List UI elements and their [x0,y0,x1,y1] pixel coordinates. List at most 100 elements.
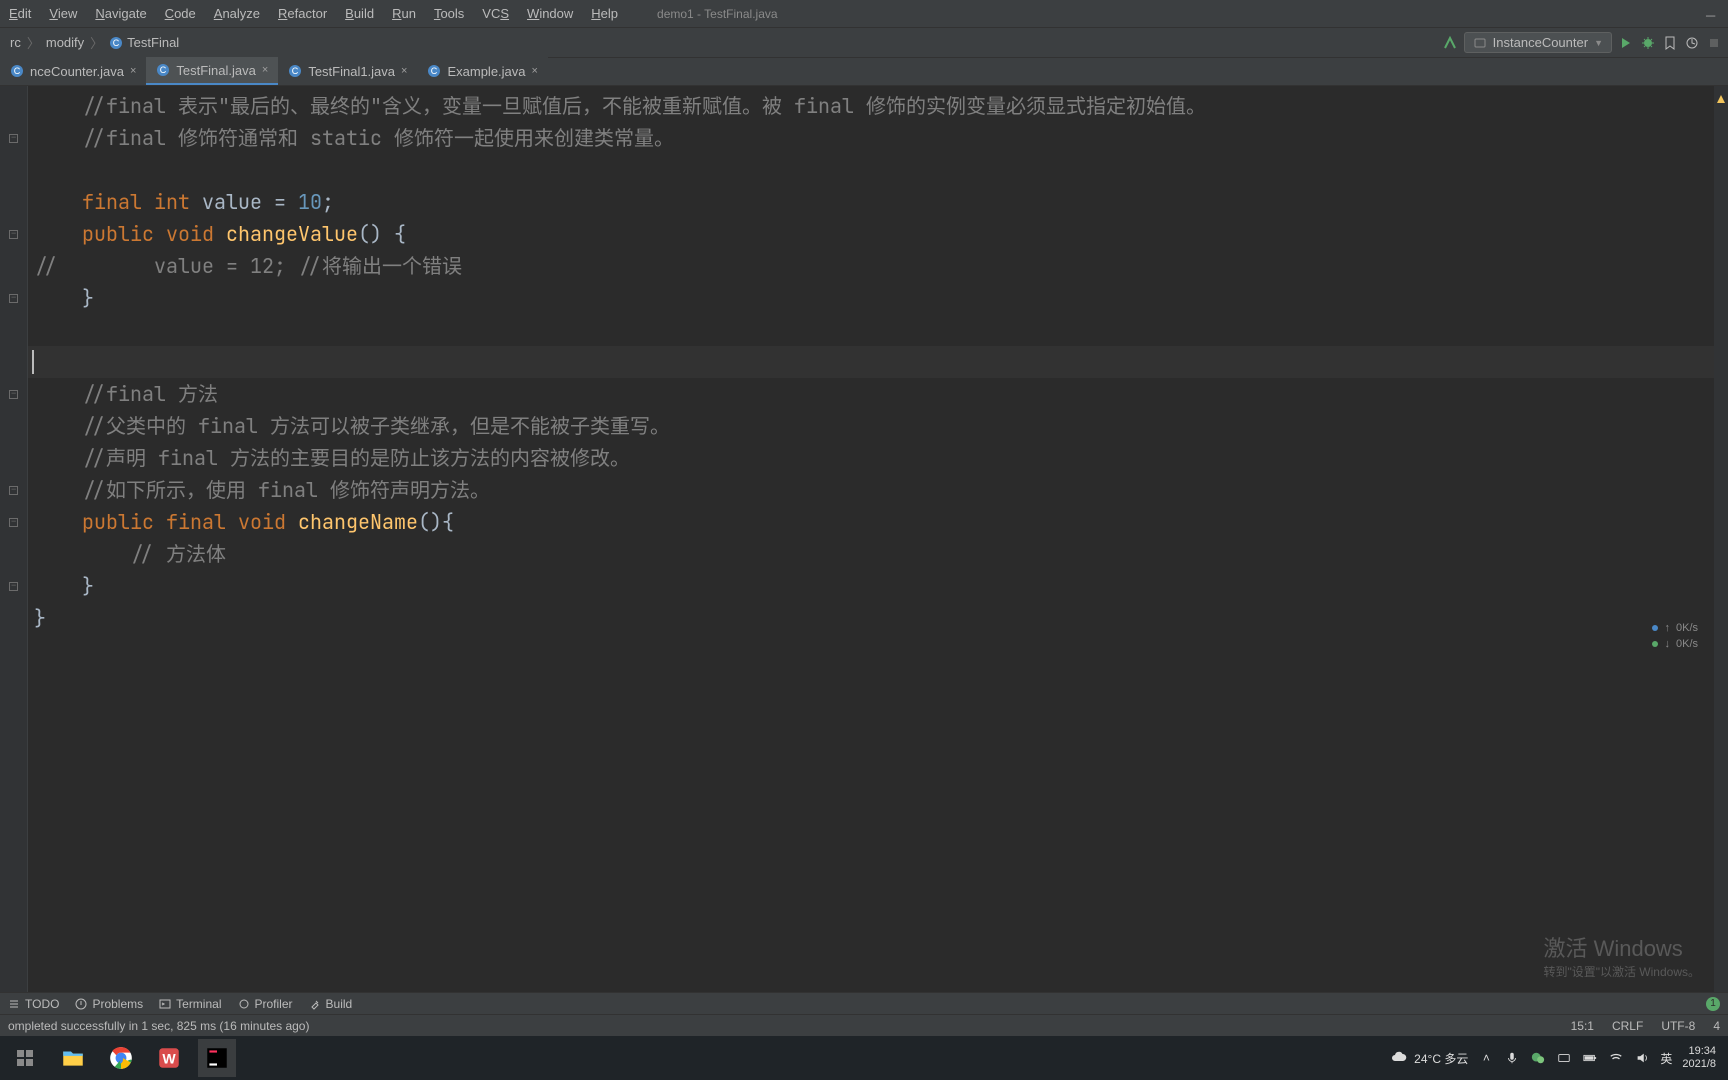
menu-view[interactable]: View [40,3,86,24]
fold-icon[interactable] [9,294,18,303]
status-eol[interactable]: CRLF [1612,1019,1643,1033]
terminal-icon [159,998,171,1010]
fold-icon[interactable] [9,230,18,239]
notification-badge[interactable]: 1 [1706,997,1720,1011]
coverage-button[interactable] [1662,35,1678,51]
cloud-icon [1390,1049,1408,1067]
intellij-icon[interactable] [198,1039,236,1077]
fold-icon[interactable] [9,582,18,591]
chevron-up-icon[interactable]: ˄ [1478,1050,1494,1066]
fold-icon[interactable] [9,390,18,399]
chevron-right-icon: 〉 [25,33,42,52]
gutter[interactable] [0,86,28,992]
wps-icon[interactable]: W [150,1039,188,1077]
menu-vcs[interactable]: VCS [473,3,518,24]
fold-icon[interactable] [9,486,18,495]
wifi-icon[interactable] [1608,1050,1624,1066]
menu-refactor[interactable]: Refactor [269,3,336,24]
menu-analyze[interactable]: Analyze [205,3,269,24]
tool-terminal[interactable]: Terminal [159,997,221,1011]
svg-text:C: C [14,66,21,76]
code-area[interactable]: //final 表示"最后的、最终的"含义，变量一旦赋值后，不能被重新赋值。被 … [28,86,1206,992]
current-line-highlight [28,346,1714,378]
menu-navigate[interactable]: Navigate [86,3,155,24]
tool-todo[interactable]: TODO [8,997,59,1011]
class-icon: C [156,63,170,77]
class-icon: C [427,64,441,78]
menu-window[interactable]: Window [518,3,582,24]
menu-tools[interactable]: Tools [425,3,473,24]
stop-button[interactable] [1706,35,1722,51]
clock[interactable]: 19:34 2021/8 [1682,1045,1722,1071]
toolwindow-bar: TODO Problems Terminal Profiler Build 1 [0,992,1728,1014]
breadcrumb-item[interactable]: rc [6,33,25,52]
hammer-icon [309,998,321,1010]
close-icon[interactable]: × [401,65,407,77]
class-icon: C [10,64,24,78]
close-icon[interactable]: × [532,65,538,77]
microphone-icon[interactable] [1504,1050,1520,1066]
menu-code[interactable]: Code [156,3,205,24]
tool-profiler[interactable]: Profiler [238,997,293,1011]
status-indent[interactable]: 4 [1713,1019,1720,1033]
editor-tab[interactable]: CTestFinal1.java× [278,57,417,85]
run-config-select[interactable]: InstanceCounter ▼ [1464,32,1612,53]
run-button[interactable] [1618,35,1634,51]
taskbar: W 24°C 多云 ˄ 英 19:34 2021/8 [0,1036,1728,1080]
caret [32,350,34,374]
svg-text:C: C [431,66,438,76]
breadcrumb-item[interactable]: C TestFinal [105,33,183,52]
battery-icon[interactable] [1582,1050,1598,1066]
status-message: ompleted successfully in 1 sec, 825 ms (… [8,1019,309,1033]
close-icon[interactable]: × [130,65,136,77]
status-position[interactable]: 15:1 [1571,1019,1594,1033]
status-encoding[interactable]: UTF-8 [1661,1019,1695,1033]
fold-icon[interactable] [9,134,18,143]
svg-text:C: C [292,66,299,76]
menu-bar: EditViewNavigateCodeAnalyzeRefactorBuild… [0,0,1728,28]
class-icon: C [288,64,302,78]
menu-build[interactable]: Build [336,3,383,24]
volume-icon[interactable] [1634,1050,1650,1066]
editor-tabs: CnceCounter.java×CTestFinal.java×CTestFi… [0,58,1728,86]
ime-indicator[interactable]: 英 [1660,1050,1672,1067]
chevron-down-icon: ▼ [1594,38,1603,48]
input-method-icon[interactable] [1556,1050,1572,1066]
warning-icon[interactable] [1716,92,1726,102]
start-button[interactable] [6,1039,44,1077]
class-icon: C [109,36,123,50]
menu-run[interactable]: Run [383,3,425,24]
profile-button[interactable] [1684,35,1700,51]
profiler-icon [238,998,250,1010]
application-icon [1473,36,1487,50]
editor-tab[interactable]: CExample.java× [417,57,547,85]
nav-bar: rc 〉 modify 〉 C TestFinal InstanceCounte… [0,28,1728,58]
close-icon[interactable]: × [262,64,268,76]
svg-text:C: C [160,65,167,75]
minimize-button[interactable]: ─ [1706,8,1718,20]
fold-icon[interactable] [9,518,18,527]
window-title: demo1 - TestFinal.java [657,7,778,21]
status-bar: ompleted successfully in 1 sec, 825 ms (… [0,1014,1728,1036]
chevron-right-icon: 〉 [88,33,105,52]
tool-build[interactable]: Build [309,997,353,1011]
tool-problems[interactable]: Problems [75,997,143,1011]
editor-tab[interactable]: CnceCounter.java× [0,57,146,85]
svg-text:W: W [162,1050,176,1066]
windows-activation-watermark: 激活 Windows 转到"设置"以激活 Windows。 [1543,931,1700,980]
editor-tab[interactable]: CTestFinal.java× [146,57,278,85]
editor[interactable]: //final 表示"最后的、最终的"含义，变量一旦赋值后，不能被重新赋值。被 … [0,86,1728,992]
chrome-icon[interactable] [102,1039,140,1077]
breadcrumb-item[interactable]: modify [42,33,88,52]
build-icon[interactable] [1442,35,1458,51]
error-stripe[interactable] [1714,86,1728,992]
warning-icon [75,998,87,1010]
debug-button[interactable] [1640,35,1656,51]
weather-widget[interactable]: 24°C 多云 [1390,1049,1468,1067]
menu-edit[interactable]: Edit [0,3,40,24]
menu-help[interactable]: Help [582,3,627,24]
svg-text:C: C [113,38,120,48]
wechat-icon[interactable] [1530,1050,1546,1066]
file-explorer-icon[interactable] [54,1039,92,1077]
list-icon [8,998,20,1010]
